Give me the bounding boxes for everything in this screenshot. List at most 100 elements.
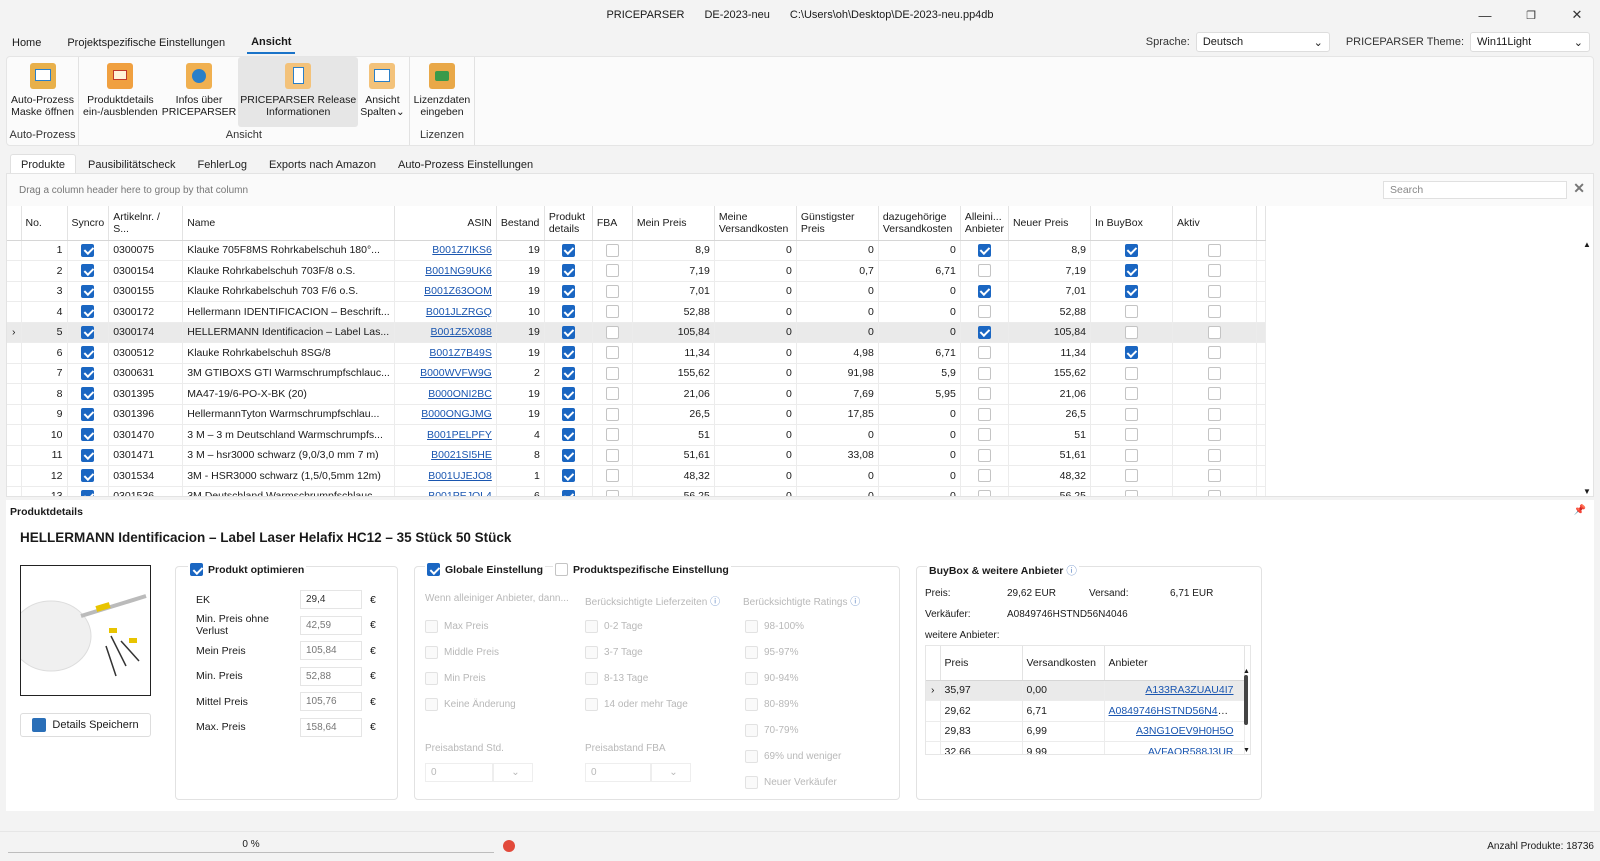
wenn-alleiniger-anbieter-checkbox[interactable]	[425, 645, 438, 659]
table-row[interactable]: 1 0300075 Klauke 705F8MS Rohrkabelschuh 18…	[7, 240, 1266, 261]
tab-produkte[interactable]: Produkte	[10, 154, 77, 175]
table-row[interactable]: 7 0300631 3M GTIBOXS GTI Warmschrumpfschla…	[7, 363, 1266, 384]
seller-link[interactable]: AVFAQR588J3UR	[1148, 746, 1234, 754]
asin-link[interactable]: B001JLZRGQ	[426, 306, 492, 318]
table-row[interactable]: 9 0301396 HellermannTyton Warmschrumpfschl…	[7, 404, 1266, 425]
produkt-details-checkbox[interactable]	[561, 407, 575, 421]
in-buybox-checkbox[interactable]	[1124, 469, 1138, 483]
option-lieferzeit[interactable]: 8-13 Tage	[585, 665, 688, 691]
row-indicator[interactable]	[926, 741, 941, 754]
option-wenn-alleiniger-anbieter[interactable]: Middle Preis	[425, 639, 516, 665]
row-indicator[interactable]	[926, 721, 941, 742]
fba-checkbox[interactable]	[605, 243, 619, 257]
optimize-toggle[interactable]: Produkt optimieren	[188, 563, 307, 576]
seller-row[interactable]: › 35,97 0,00 A133RA3ZUAU4I7	[926, 680, 1245, 701]
syncro-checkbox[interactable]	[81, 407, 95, 421]
optimize-checkbox[interactable]	[190, 563, 203, 576]
option-lieferzeit[interactable]: 3-7 Tage	[585, 639, 688, 665]
aktiv-checkbox[interactable]	[1207, 305, 1221, 319]
aktiv-checkbox[interactable]	[1207, 325, 1221, 339]
sellers-scrollbar[interactable]: ▲ ▼	[1243, 668, 1250, 754]
option-rating[interactable]: 98-100%	[745, 613, 841, 639]
aktiv-checkbox[interactable]	[1207, 366, 1221, 380]
lieferzeit-checkbox[interactable]	[585, 645, 598, 659]
table-row[interactable]: 8 0301395 MA47-19/6-PO-X-BK (20) B000ONI2BC…	[7, 383, 1266, 405]
row-indicator[interactable]	[7, 445, 22, 466]
rating-checkbox[interactable]	[745, 723, 758, 737]
seller-row[interactable]: 32,66 9,99 AVFAQR588J3UR	[926, 741, 1245, 754]
column-header[interactable]: Produkt details	[544, 206, 593, 241]
syncro-checkbox[interactable]	[81, 264, 95, 278]
asin-link[interactable]: B000ONI2BC	[428, 388, 492, 400]
stop-icon[interactable]	[503, 840, 515, 852]
syncro-checkbox[interactable]	[81, 489, 95, 496]
column-header[interactable]: Artikelnr. / S...	[108, 206, 184, 241]
wenn-alleiniger-anbieter-checkbox[interactable]	[425, 697, 438, 711]
alleiniger-anbieter-checkbox[interactable]	[977, 489, 991, 496]
alleiniger-anbieter-checkbox[interactable]	[977, 428, 991, 442]
alleiniger-anbieter-checkbox[interactable]	[977, 366, 991, 380]
infos-priceparser-button[interactable]: Infos über PRICEPARSER	[160, 57, 239, 127]
produkt-details-checkbox[interactable]	[561, 448, 575, 462]
alleiniger-anbieter-checkbox[interactable]	[977, 243, 991, 257]
alleiniger-anbieter-checkbox[interactable]	[977, 325, 991, 339]
abstand-std-spinner[interactable]: 0 ⌄	[425, 763, 533, 782]
row-indicator[interactable]: ›	[7, 322, 22, 343]
abstand-fba-spinner[interactable]: 0 ⌄	[585, 763, 691, 782]
grid-scrollbar[interactable]: ▲ ▼	[1583, 240, 1591, 496]
scroll-down-icon[interactable]: ▼	[1243, 747, 1250, 754]
tab-fehlerlog[interactable]: FehlerLog	[187, 155, 257, 175]
fba-checkbox[interactable]	[605, 489, 619, 496]
column-header[interactable]: Meine Versandkosten	[714, 206, 797, 241]
menu-home[interactable]: Home	[8, 33, 45, 53]
asin-link[interactable]: B001Z5X088	[431, 326, 492, 338]
asin-link[interactable]: B0021SI5HE	[431, 449, 492, 461]
option-lieferzeit[interactable]: 0-2 Tage	[585, 613, 688, 639]
in-buybox-checkbox[interactable]	[1124, 284, 1138, 298]
in-buybox-checkbox[interactable]	[1124, 346, 1138, 360]
language-select[interactable]: Deutsch ⌄	[1195, 32, 1330, 52]
menu-projektspezifische-einstellungen[interactable]: Projektspezifische Einstellungen	[63, 33, 229, 53]
in-buybox-checkbox[interactable]	[1124, 305, 1138, 319]
aktiv-checkbox[interactable]	[1207, 387, 1221, 401]
aktiv-checkbox[interactable]	[1207, 346, 1221, 360]
lieferzeit-checkbox[interactable]	[585, 671, 598, 685]
syncro-checkbox[interactable]	[81, 346, 95, 360]
column-header[interactable]: Aktiv	[1172, 206, 1257, 241]
alleiniger-anbieter-checkbox[interactable]	[977, 346, 991, 360]
asin-link[interactable]: B001UJEJO8	[428, 470, 492, 482]
produkt-details-checkbox[interactable]	[561, 428, 575, 442]
syncro-checkbox[interactable]	[81, 325, 95, 339]
asin-link[interactable]: B001Z7IKS6	[432, 244, 492, 256]
in-buybox-checkbox[interactable]	[1124, 448, 1138, 462]
option-wenn-alleiniger-anbieter[interactable]: Keine Änderung	[425, 691, 516, 717]
row-indicator[interactable]	[7, 301, 22, 323]
table-row[interactable]: 4 0300172 Hellermann IDENTIFICACION – Besc…	[7, 301, 1266, 323]
aktiv-checkbox[interactable]	[1207, 489, 1221, 496]
pin-icon[interactable]: 📌	[1574, 505, 1586, 516]
table-row[interactable]: 13 03015363M Deutschland Warmschrumpfschl…	[7, 486, 1266, 496]
wenn-alleiniger-anbieter-checkbox[interactable]	[425, 619, 438, 633]
produkt-details-checkbox[interactable]	[561, 284, 575, 298]
row-indicator[interactable]	[7, 404, 22, 425]
aktiv-checkbox[interactable]	[1207, 469, 1221, 483]
price-input[interactable]: 158,64	[300, 717, 362, 737]
row-indicator[interactable]	[7, 342, 22, 364]
column-header[interactable]: Neuer Preis	[1008, 206, 1091, 241]
alleiniger-anbieter-checkbox[interactable]	[977, 407, 991, 421]
alleiniger-anbieter-checkbox[interactable]	[977, 305, 991, 319]
fba-checkbox[interactable]	[605, 284, 619, 298]
rating-checkbox[interactable]	[745, 671, 758, 685]
seller-link[interactable]: A0849746HSTND56N4046	[1109, 705, 1236, 717]
chevron-down-icon[interactable]: ⌄	[651, 763, 691, 782]
in-buybox-checkbox[interactable]	[1124, 407, 1138, 421]
table-row[interactable]: 6 0300512 Klauke Rohrkabelschuh 8SG/8 B001Z…	[7, 342, 1266, 364]
maximize-button[interactable]: ❐	[1508, 0, 1554, 30]
syncro-checkbox[interactable]	[81, 305, 95, 319]
column-header[interactable]: Günstigster Preis	[796, 206, 879, 241]
column-header[interactable]: Bestand	[496, 206, 545, 241]
column-header[interactable]: dazugehörige Versandkosten	[878, 206, 961, 241]
fba-checkbox[interactable]	[605, 325, 619, 339]
option-wenn-alleiniger-anbieter[interactable]: Min Preis	[425, 665, 516, 691]
rating-checkbox[interactable]	[745, 645, 758, 659]
